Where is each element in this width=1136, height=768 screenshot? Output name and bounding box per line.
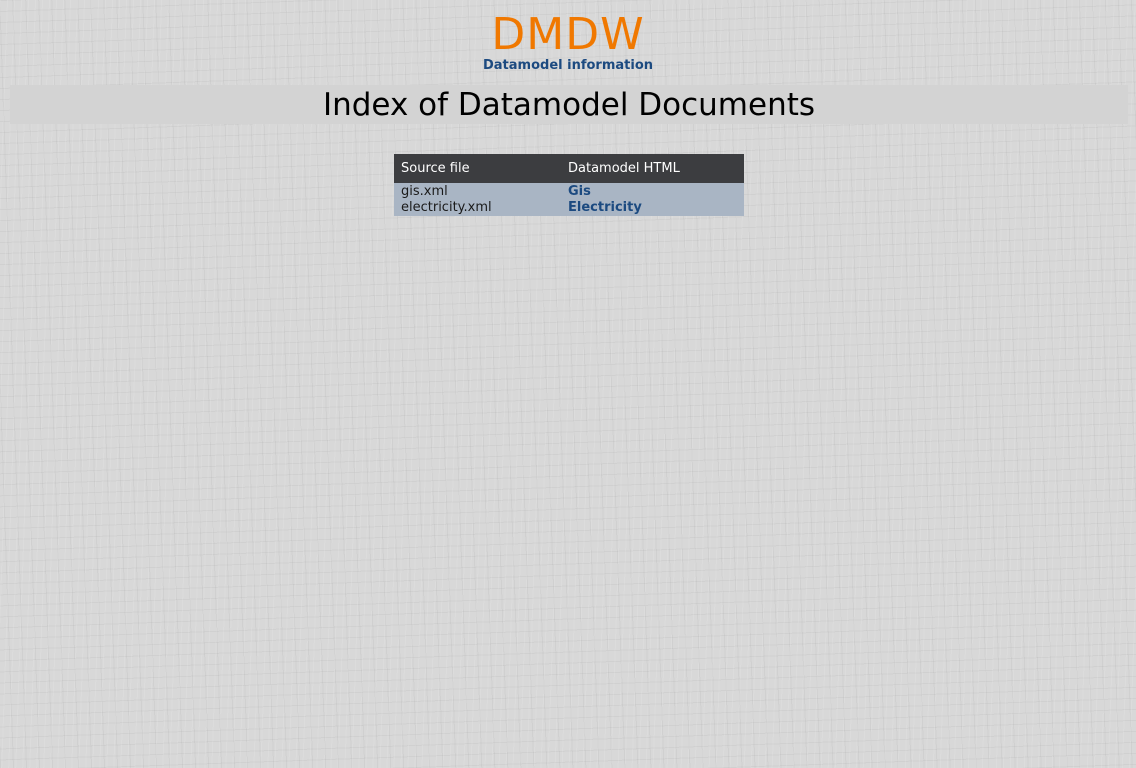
datamodel-link-gis[interactable]: Gis	[568, 184, 591, 199]
datamodel-link-cell: Electricity	[561, 200, 744, 216]
logo-subtitle: Datamodel information	[482, 58, 653, 73]
table-row: gis.xml Gis	[394, 183, 744, 200]
datamodel-link-cell: Gis	[561, 183, 744, 200]
title-band: Index of Datamodel Documents	[10, 85, 1128, 124]
table-header-row: Source file Datamodel HTML	[394, 154, 744, 183]
datamodel-link-electricity[interactable]: Electricity	[568, 200, 642, 215]
source-file-cell: electricity.xml	[401, 200, 492, 215]
page-title: Index of Datamodel Documents	[322, 87, 816, 123]
source-file-cell: gis.xml	[401, 184, 448, 199]
column-header-datamodel-html: Datamodel HTML	[568, 161, 680, 176]
logo-wordmark: DMDW	[491, 9, 645, 60]
column-header-source-file: Source file	[401, 161, 470, 176]
site-logo-block: DMDW Datamodel information	[0, 12, 1136, 74]
document-index-table: Source file Datamodel HTML gis.xml Gis e…	[394, 154, 744, 216]
table-row: electricity.xml Electricity	[394, 200, 744, 216]
